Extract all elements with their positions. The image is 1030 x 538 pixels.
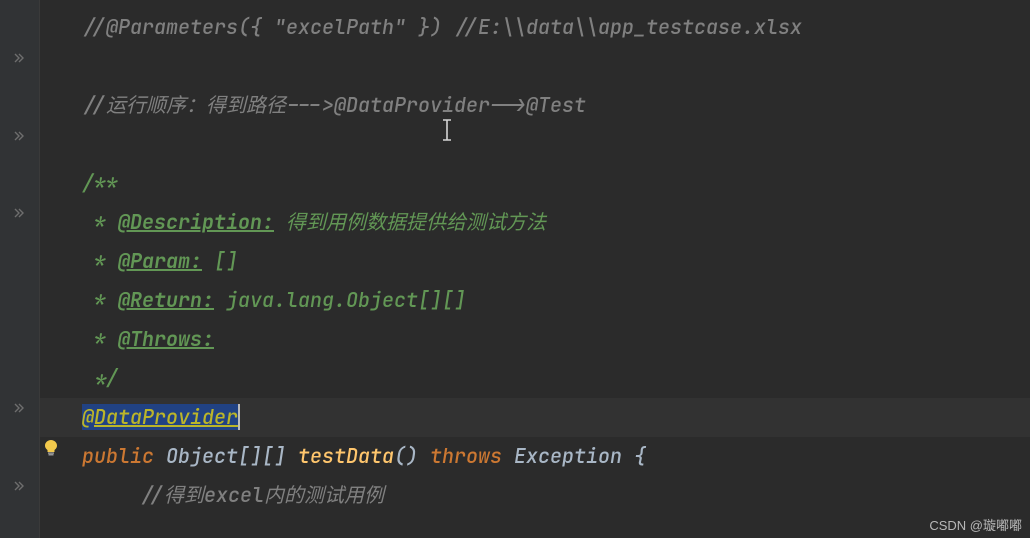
fold-open-icon[interactable] <box>12 478 26 492</box>
code-content[interactable]: //@Parameters({ "excelPath" }) //E:\\dat… <box>40 0 1030 538</box>
comment-text: //运行顺序：得到路径--->@DataProvider-->@Test <box>82 92 586 118</box>
code-line[interactable]: //得到excel内的测试用例 <box>40 476 1030 515</box>
fold-open-icon[interactable] <box>12 50 26 64</box>
method-name: testData <box>298 443 394 469</box>
javadoc-desc: [] <box>202 248 238 274</box>
code-line[interactable]: * @Return: java.lang.Object[][] <box>40 281 1030 320</box>
code-line[interactable]: * @Throws: <box>40 320 1030 359</box>
text-cursor <box>238 404 240 430</box>
code-line[interactable]: //@Parameters({ "excelPath" }) //E:\\dat… <box>40 8 1030 47</box>
comment-text: //@Parameters({ "excelPath" }) //E:\\dat… <box>82 14 802 40</box>
javadoc-tag: @Return: <box>118 287 214 313</box>
javadoc-close: */ <box>82 365 118 391</box>
code-line[interactable] <box>40 125 1030 164</box>
code-line[interactable]: //运行顺序：得到路径--->@DataProvider-->@Test <box>40 86 1030 125</box>
code-line[interactable]: public Object[][] testData() throws Exce… <box>40 437 1030 476</box>
javadoc-desc: java.lang.Object[][] <box>214 287 466 313</box>
keyword: public <box>82 443 154 469</box>
annotation-text: DataProvider <box>94 404 238 430</box>
javadoc-desc: 得到用例数据提供给测试方法 <box>274 209 546 235</box>
watermark: CSDN @璇嘟嘟 <box>929 515 1022 534</box>
code-line[interactable]: * @Param: [] <box>40 242 1030 281</box>
code-line[interactable]: * @Description: 得到用例数据提供给测试方法 <box>40 203 1030 242</box>
javadoc-open: /** <box>82 170 118 196</box>
javadoc-tag: @Description: <box>118 209 274 235</box>
code-editor[interactable]: //@Parameters({ "excelPath" }) //E:\\dat… <box>0 0 1030 538</box>
fold-close-icon[interactable] <box>12 400 26 414</box>
code-line-current[interactable]: @DataProvider <box>40 398 1030 437</box>
javadoc-tag: @Param: <box>118 248 202 274</box>
fold-close-icon[interactable] <box>12 128 26 142</box>
keyword: throws <box>430 443 502 469</box>
code-line[interactable] <box>40 47 1030 86</box>
code-line[interactable]: */ <box>40 359 1030 398</box>
fold-open-icon[interactable] <box>12 205 26 219</box>
gutter <box>0 0 40 538</box>
code-line[interactable]: /** <box>40 164 1030 203</box>
javadoc-tag: @Throws: <box>118 326 214 352</box>
comment-text: //得到excel内的测试用例 <box>140 482 384 508</box>
